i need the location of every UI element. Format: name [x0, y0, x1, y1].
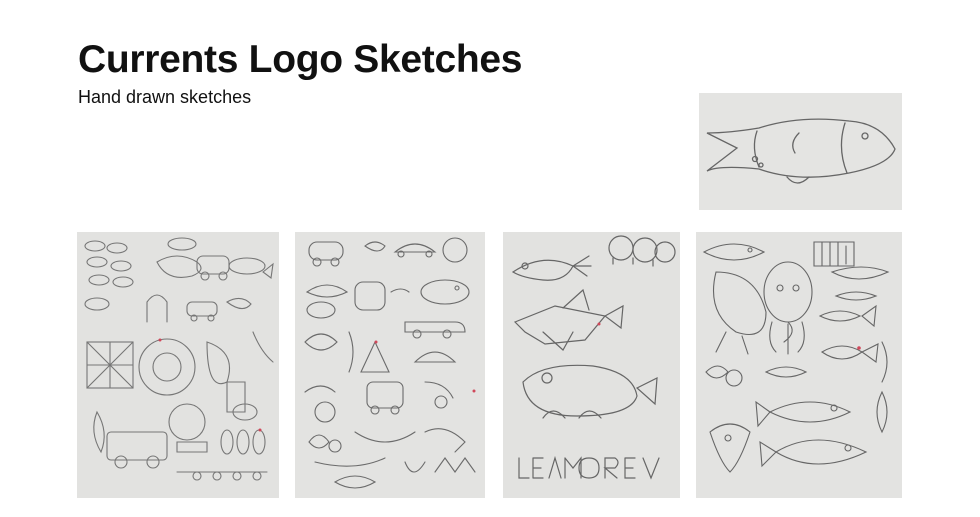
currents-ev-fish-sketch-photo — [699, 93, 902, 210]
mixed-sketch-sheet-2-photo — [295, 232, 485, 498]
sea-more-ev-sketch-sheet-photo — [503, 232, 680, 498]
slide-subtitle: Hand drawn sketches — [78, 87, 252, 107]
fish-sketch-sheet-photo — [696, 232, 902, 498]
mixed-sketch-sheet-1-photo — [77, 232, 279, 498]
slide-title: Currents Logo Sketches — [78, 38, 523, 81]
